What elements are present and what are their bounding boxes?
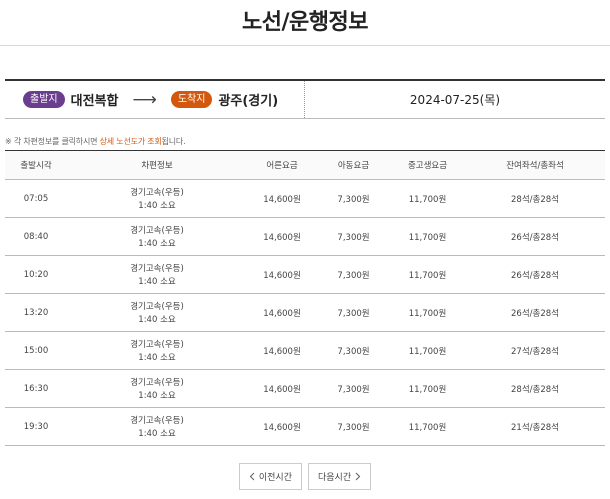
cell-info[interactable]: 경기고속(우등) 1:40 소요 bbox=[67, 370, 247, 408]
cell-company: 경기고속(우등) bbox=[130, 188, 184, 198]
cell-child-fare: 7,300원 bbox=[337, 232, 370, 243]
cell-info[interactable]: 경기고속(우등) 1:40 소요 bbox=[67, 332, 247, 370]
cell-duration: 1:40 소요 bbox=[138, 391, 176, 401]
cell-time: 19:30 bbox=[23, 421, 49, 432]
header-time: 출발시각 bbox=[20, 161, 52, 171]
cell-student-fare: 11,700원 bbox=[408, 422, 447, 433]
header-adult-fare: 어른요금 bbox=[266, 161, 298, 171]
cell-child-fare: 7,300원 bbox=[337, 270, 370, 281]
header-seats: 잔여좌석/총좌석 bbox=[506, 161, 564, 171]
route-places: 출발지 대전복합 ⟶ 도착지 광주(경기) bbox=[5, 81, 305, 118]
travel-date: 2024-07-25(목) bbox=[409, 93, 501, 107]
cell-seats: 28석/총28석 bbox=[511, 194, 559, 205]
cell-time: 10:20 bbox=[23, 269, 49, 280]
cell-company: 경기고속(우등) bbox=[130, 340, 184, 350]
cell-duration: 1:40 소요 bbox=[138, 277, 176, 287]
cell-student-fare: 11,700원 bbox=[408, 384, 447, 395]
pagination: 이전시간 다음시간 bbox=[0, 463, 610, 490]
cell-seats: 26석/총28석 bbox=[511, 270, 559, 281]
header-student-fare: 중고생요금 bbox=[407, 161, 448, 171]
arrival-place: 광주(경기) bbox=[218, 94, 279, 109]
cell-time: 07:05 bbox=[23, 193, 49, 204]
page-title: 노선/운행정보 bbox=[242, 10, 368, 35]
cell-seats: 28석/총28석 bbox=[511, 384, 559, 395]
cell-company: 경기고속(우등) bbox=[130, 302, 184, 312]
header-info: 차편정보 bbox=[141, 161, 173, 171]
table-header-row: 출발시각 차편정보 어른요금 아동요금 중고생요금 잔여좌석/총좌석 bbox=[5, 150, 605, 180]
cell-student-fare: 11,700원 bbox=[408, 232, 447, 243]
table-row[interactable]: 16:30 경기고속(우등) 1:40 소요 14,600원 7,300원 11,700원… bbox=[5, 370, 605, 408]
cell-student-fare: 11,700원 bbox=[408, 194, 447, 205]
cell-seats: 27석/총28석 bbox=[511, 346, 559, 357]
cell-time: 15:00 bbox=[23, 345, 49, 356]
cell-adult-fare: 14,600원 bbox=[263, 308, 301, 319]
cell-company: 경기고속(우등) bbox=[130, 378, 184, 388]
cell-company: 경기고속(우등) bbox=[130, 416, 184, 426]
cell-duration: 1:40 소요 bbox=[138, 315, 176, 325]
cell-adult-fare: 14,600원 bbox=[263, 384, 301, 395]
cell-info[interactable]: 경기고속(우등) 1:40 소요 bbox=[67, 408, 247, 446]
cell-duration: 1:40 소요 bbox=[138, 353, 176, 363]
chevron-left-icon bbox=[249, 472, 255, 481]
departure-badge: 출발지 bbox=[23, 91, 65, 108]
table-row[interactable]: 10:20 경기고속(우등) 1:40 소요 14,600원 7,300원 11,700원… bbox=[5, 256, 605, 294]
cell-info[interactable]: 경기고속(우등) 1:40 소요 bbox=[67, 256, 247, 294]
cell-student-fare: 11,700원 bbox=[408, 346, 447, 357]
cell-adult-fare: 14,600원 bbox=[263, 232, 301, 243]
cell-duration: 1:40 소요 bbox=[138, 239, 176, 249]
timetable: 출발시각 차편정보 어른요금 아동요금 중고생요금 잔여좌석/총좌석 07:05… bbox=[5, 150, 605, 446]
cell-child-fare: 7,300원 bbox=[337, 384, 370, 395]
table-row[interactable]: 13:20 경기고속(우등) 1:40 소요 14,600원 7,300원 11,700원… bbox=[5, 294, 605, 332]
departure-place: 대전복합 bbox=[70, 94, 119, 109]
cell-child-fare: 7,300원 bbox=[337, 308, 370, 319]
cell-company: 경기고속(우등) bbox=[130, 226, 184, 236]
cell-adult-fare: 14,600원 bbox=[263, 194, 301, 205]
arrival-badge: 도착지 bbox=[170, 91, 213, 108]
prev-time-label: 이전시간 bbox=[258, 473, 292, 483]
cell-seats: 26석/총28석 bbox=[511, 308, 559, 319]
notice-text: ※ 각 차편정보를 클릭하시면 상세 노선도가 조회됩니다. bbox=[5, 136, 186, 147]
title-divider bbox=[0, 45, 610, 46]
notice-suffix: 됩니다. bbox=[161, 137, 186, 146]
cell-info[interactable]: 경기고속(우등) 1:40 소요 bbox=[67, 180, 247, 218]
arrow-right-icon: ⟶ bbox=[132, 89, 157, 110]
header-child-fare: 아동요금 bbox=[337, 161, 370, 171]
cell-time: 13:20 bbox=[23, 307, 49, 318]
chevron-right-icon bbox=[355, 472, 361, 481]
table-row[interactable]: 15:00 경기고속(우등) 1:40 소요 14,600원 7,300원 11,700원… bbox=[5, 332, 605, 370]
next-time-label: 다음시간 bbox=[318, 473, 352, 483]
next-time-button[interactable]: 다음시간 bbox=[308, 463, 372, 490]
cell-child-fare: 7,300원 bbox=[337, 422, 370, 433]
cell-child-fare: 7,300원 bbox=[337, 346, 370, 357]
cell-info[interactable]: 경기고속(우등) 1:40 소요 bbox=[67, 218, 247, 256]
cell-adult-fare: 14,600원 bbox=[263, 346, 301, 357]
cell-adult-fare: 14,600원 bbox=[263, 270, 301, 281]
notice-prefix: ※ 각 차편정보를 클릭하시면 bbox=[5, 137, 100, 146]
cell-child-fare: 7,300원 bbox=[337, 194, 370, 205]
route-summary: 출발지 대전복합 ⟶ 도착지 광주(경기) 2024-07-25(목) bbox=[5, 79, 605, 119]
table-row[interactable]: 19:30 경기고속(우등) 1:40 소요 14,600원 7,300원 11,700원… bbox=[5, 408, 605, 446]
cell-seats: 21석/총28석 bbox=[511, 422, 559, 433]
cell-time: 16:30 bbox=[23, 383, 49, 394]
notice-highlight: 상세 노선도가 조회 bbox=[99, 137, 162, 146]
cell-student-fare: 11,700원 bbox=[408, 270, 447, 281]
table-row[interactable]: 07:05 경기고속(우등) 1:40 소요 14,600원 7,300원 11,700원… bbox=[5, 180, 605, 218]
prev-time-button[interactable]: 이전시간 bbox=[238, 463, 302, 490]
cell-company: 경기고속(우등) bbox=[130, 264, 184, 274]
cell-student-fare: 11,700원 bbox=[408, 308, 447, 319]
table-row[interactable]: 08:40 경기고속(우등) 1:40 소요 14,600원 7,300원 11,700원… bbox=[5, 218, 605, 256]
cell-duration: 1:40 소요 bbox=[138, 429, 176, 439]
cell-duration: 1:40 소요 bbox=[138, 201, 176, 211]
cell-info[interactable]: 경기고속(우등) 1:40 소요 bbox=[67, 294, 247, 332]
cell-adult-fare: 14,600원 bbox=[263, 422, 301, 433]
cell-seats: 26석/총28석 bbox=[511, 232, 559, 243]
cell-time: 08:40 bbox=[23, 231, 49, 242]
